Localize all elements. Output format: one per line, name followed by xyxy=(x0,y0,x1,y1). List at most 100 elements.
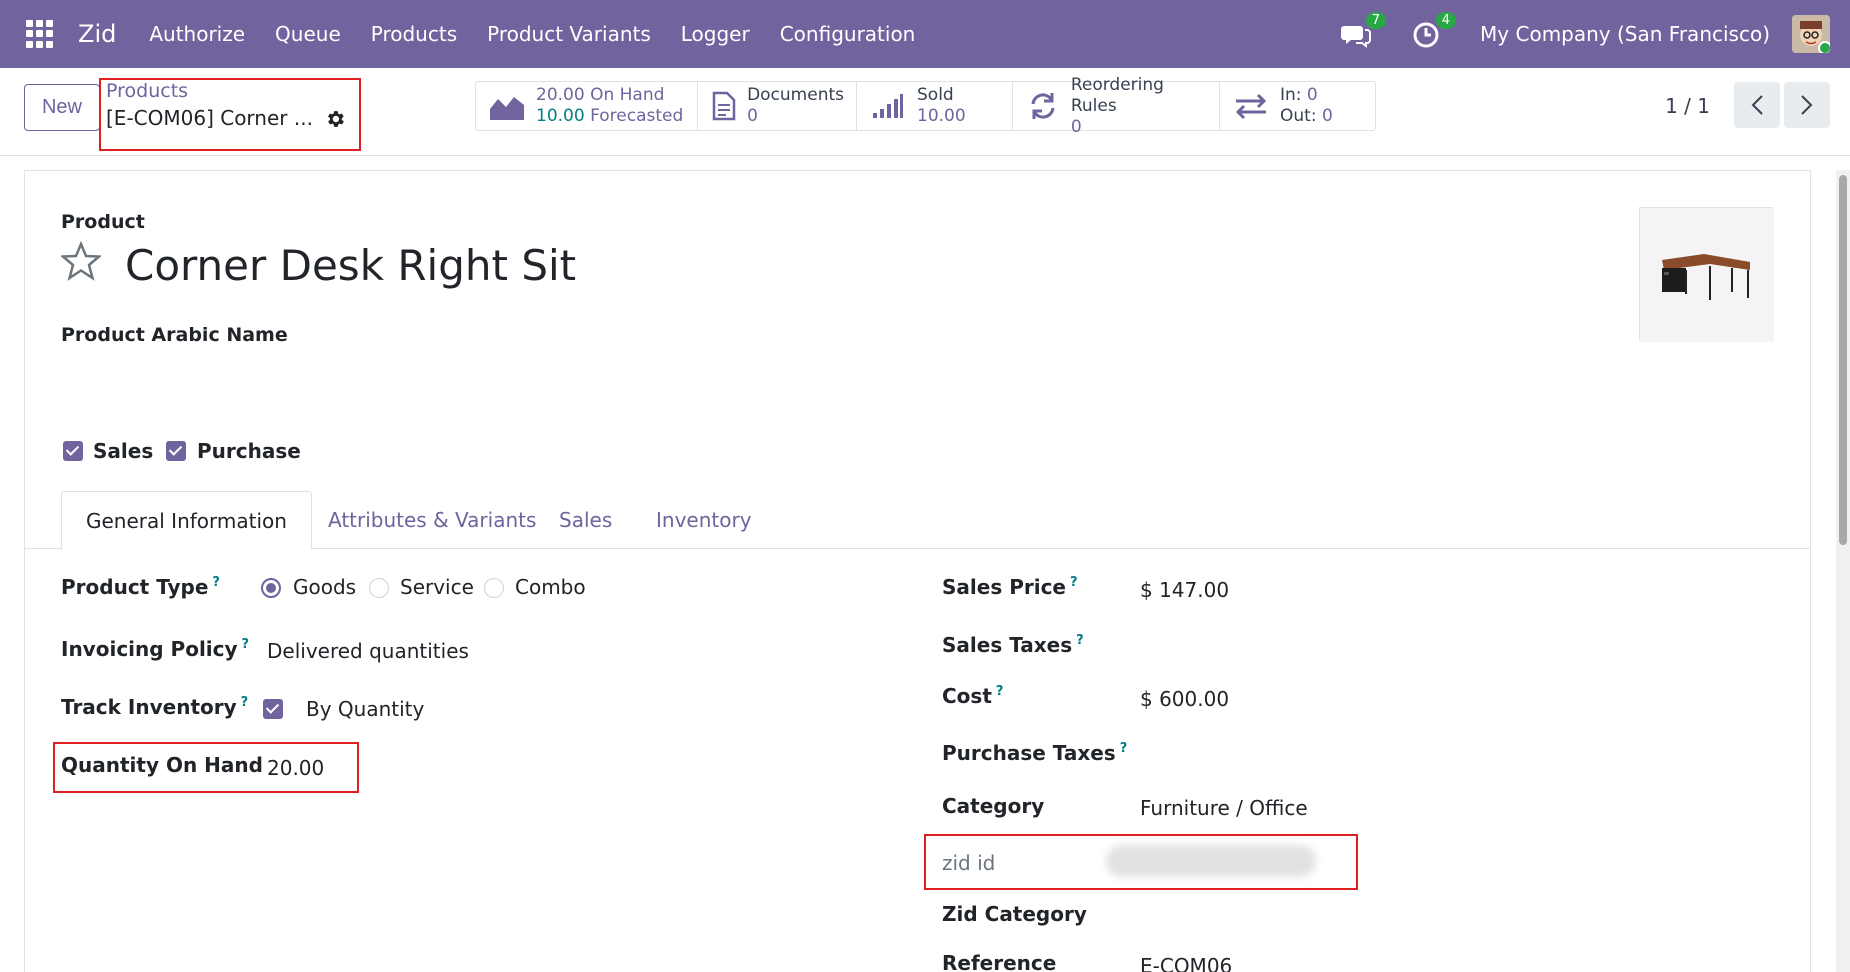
tab-inventory[interactable]: Inventory xyxy=(632,491,776,549)
breadcrumb-products-link[interactable]: Products xyxy=(106,80,188,102)
form-sheet: Product Corner Desk Right Sit Product Ar… xyxy=(24,170,1811,972)
purchase-taxes-label: Purchase Taxes? xyxy=(942,741,1128,765)
radio-goods[interactable] xyxy=(261,578,281,598)
zid-id-label: zid id xyxy=(942,851,996,875)
control-panel: New Products [E-COM06] Corner ... 20.00 … xyxy=(0,68,1850,156)
purchase-checkbox-label[interactable]: Purchase xyxy=(197,439,301,463)
menu-logger[interactable]: Logger xyxy=(666,22,765,46)
gear-icon[interactable] xyxy=(324,108,346,130)
documents-smart-button[interactable]: Documents 0 xyxy=(698,82,857,130)
help-tooltip-icon[interactable]: ? xyxy=(241,695,249,710)
breadcrumb-current-record: [E-COM06] Corner ... xyxy=(106,106,313,130)
qty-on-hand-value[interactable]: 20.00 xyxy=(267,756,324,780)
on-hand-smart-button[interactable]: 20.00 On Hand 10.00 Forecasted xyxy=(476,82,698,130)
product-field-label: Product xyxy=(61,211,145,233)
signal-bars-icon xyxy=(869,91,907,121)
documents-count: 0 xyxy=(747,106,758,126)
radio-goods-label[interactable]: Goods xyxy=(293,575,356,599)
messages-count-badge: 7 xyxy=(1365,12,1387,29)
category-value[interactable]: Furniture / Office xyxy=(1140,796,1308,820)
product-name[interactable]: Corner Desk Right Sit xyxy=(125,241,576,290)
purchase-checkbox[interactable] xyxy=(166,441,186,461)
online-status-dot xyxy=(1818,41,1830,53)
menu-configuration[interactable]: Configuration xyxy=(765,22,931,46)
documents-label: Documents xyxy=(747,85,844,105)
radio-service-label[interactable]: Service xyxy=(400,575,474,599)
app-brand[interactable]: Zid xyxy=(78,20,116,48)
sold-smart-button[interactable]: Sold 10.00 xyxy=(857,82,1013,130)
corner-desk-image-icon xyxy=(1640,208,1774,342)
reordering-rules-smart-button[interactable]: Reordering Rules 0 xyxy=(1013,75,1220,137)
cost-value[interactable]: $ 600.00 xyxy=(1140,687,1229,711)
top-navbar: Zid Authorize Queue Products Product Var… xyxy=(0,0,1850,68)
cost-label: Cost? xyxy=(942,684,1004,708)
reordering-rules-count: 0 xyxy=(1070,116,1082,137)
messages-button[interactable]: 7 xyxy=(1340,12,1387,50)
activities-button[interactable]: 4 xyxy=(1410,12,1457,50)
out-label: Out: xyxy=(1280,106,1317,126)
qty-on-hand-label: Quantity On Hand xyxy=(61,753,263,777)
tab-sales[interactable]: Sales xyxy=(535,491,636,549)
track-inventory-label: Track Inventory? xyxy=(61,695,249,719)
sold-value: 10.00 xyxy=(917,106,966,126)
product-image[interactable] xyxy=(1639,207,1774,342)
track-inventory-checkbox[interactable] xyxy=(263,699,283,719)
help-tooltip-icon[interactable]: ? xyxy=(212,575,220,590)
on-hand-value: 20.00 xyxy=(536,85,585,105)
new-button[interactable]: New xyxy=(24,84,100,131)
activities-count-badge: 4 xyxy=(1435,12,1457,29)
favorite-star-icon[interactable] xyxy=(61,241,101,281)
apps-menu-icon[interactable] xyxy=(26,20,54,48)
zid-category-label: Zid Category xyxy=(942,902,1087,926)
invoicing-policy-value[interactable]: Delivered quantities xyxy=(267,639,469,663)
user-avatar[interactable] xyxy=(1792,15,1830,53)
out-value: 0 xyxy=(1321,106,1333,126)
sales-checkbox-label[interactable]: Sales xyxy=(93,439,153,463)
company-switcher[interactable]: My Company (San Francisco) xyxy=(1480,22,1770,46)
help-tooltip-icon[interactable]: ? xyxy=(1120,741,1128,756)
menu-queue[interactable]: Queue xyxy=(260,22,356,46)
in-label: In: xyxy=(1280,85,1302,105)
tab-general-information[interactable]: General Information xyxy=(61,491,312,550)
invoicing-policy-label: Invoicing Policy? xyxy=(61,637,250,661)
refresh-icon xyxy=(1025,91,1061,121)
sales-checkbox[interactable] xyxy=(63,441,83,461)
in-value: 0 xyxy=(1306,85,1318,105)
radio-service[interactable] xyxy=(369,578,389,598)
sold-label: Sold xyxy=(917,85,954,105)
sales-price-value[interactable]: $ 147.00 xyxy=(1140,578,1229,602)
menu-product-variants[interactable]: Product Variants xyxy=(472,22,666,46)
chevron-left-icon xyxy=(1751,95,1763,115)
arabic-name-label: Product Arabic Name xyxy=(61,324,288,346)
sales-price-label: Sales Price? xyxy=(942,575,1078,599)
scrollbar-thumb[interactable] xyxy=(1839,175,1847,545)
exchange-arrows-icon xyxy=(1232,91,1270,121)
document-icon xyxy=(710,91,737,121)
track-inventory-value[interactable]: By Quantity xyxy=(306,697,424,721)
help-tooltip-icon[interactable]: ? xyxy=(242,637,250,652)
help-tooltip-icon[interactable]: ? xyxy=(996,684,1004,699)
tab-attributes-variants[interactable]: Attributes & Variants xyxy=(304,491,560,549)
radio-combo[interactable] xyxy=(484,578,504,598)
reference-value[interactable]: E-COM06 xyxy=(1140,954,1232,972)
menu-products[interactable]: Products xyxy=(356,22,472,46)
reference-label: Reference xyxy=(942,951,1057,972)
zid-id-value-redacted xyxy=(1106,845,1316,877)
previous-record-button[interactable] xyxy=(1734,82,1780,128)
forecast-value: 10.00 xyxy=(536,106,585,126)
menu-authorize[interactable]: Authorize xyxy=(134,22,260,46)
in-out-smart-button[interactable]: In: 0 Out: 0 xyxy=(1220,82,1375,130)
next-record-button[interactable] xyxy=(1784,82,1830,128)
sales-taxes-label: Sales Taxes? xyxy=(942,633,1084,657)
radio-combo-label[interactable]: Combo xyxy=(515,575,586,599)
forecast-label: Forecasted xyxy=(590,106,684,126)
help-tooltip-icon[interactable]: ? xyxy=(1076,633,1084,648)
pager-value[interactable]: 1 / 1 xyxy=(1665,94,1710,118)
chevron-right-icon xyxy=(1801,95,1813,115)
help-tooltip-icon[interactable]: ? xyxy=(1070,575,1078,590)
smart-buttons: 20.00 On Hand 10.00 Forecasted Documents… xyxy=(475,75,1376,137)
form-tabs: General Information Attributes & Variant… xyxy=(25,491,1810,550)
category-label: Category xyxy=(942,794,1045,818)
product-type-label: Product Type? xyxy=(61,575,220,599)
area-chart-icon xyxy=(488,91,526,121)
